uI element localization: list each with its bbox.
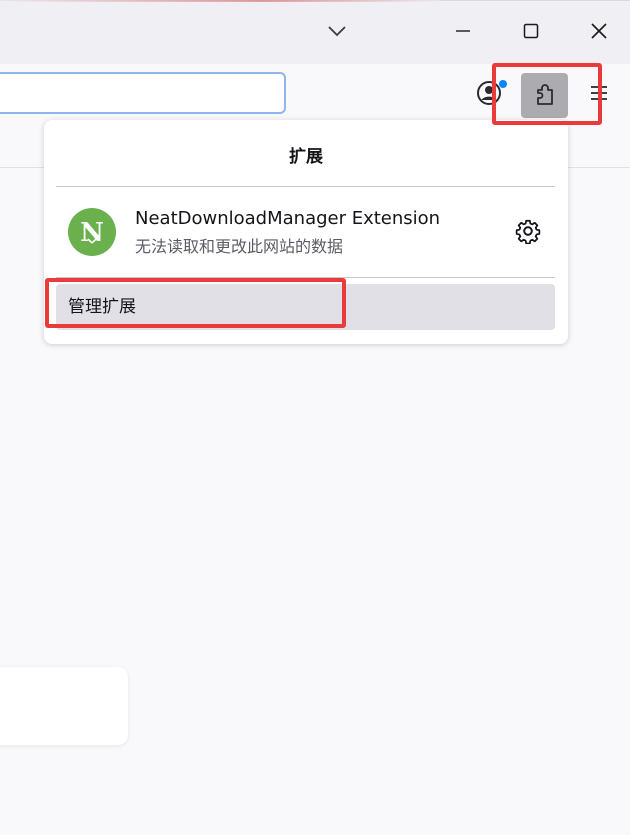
- list-all-tabs-button[interactable]: [314, 7, 360, 55]
- maximize-icon: [523, 23, 539, 39]
- title-bar: [0, 0, 630, 65]
- minimize-button[interactable]: [440, 7, 486, 55]
- panel-title: 扩展: [44, 142, 568, 167]
- manage-extensions-button[interactable]: 管理扩展: [56, 284, 555, 330]
- panel-divider: [56, 277, 555, 278]
- close-window-button[interactable]: [576, 7, 622, 55]
- extension-settings-button[interactable]: [514, 219, 542, 247]
- minimize-icon: [455, 23, 471, 39]
- close-icon: [590, 22, 608, 40]
- panel-divider: [56, 186, 555, 187]
- extension-item[interactable]: N NeatDownloadManager Extension 无法读取和更改此…: [56, 196, 555, 268]
- extensions-button[interactable]: [521, 73, 568, 118]
- url-bar[interactable]: [0, 72, 286, 114]
- application-menu-button[interactable]: [584, 80, 614, 110]
- account-notification-dot: [499, 80, 507, 88]
- ndm-logo-icon: N: [68, 208, 116, 256]
- svg-text:N: N: [80, 218, 104, 248]
- chevron-down-icon: [327, 25, 347, 37]
- puzzle-piece-icon: [532, 81, 558, 111]
- maximize-button[interactable]: [508, 7, 554, 55]
- navigation-toolbar: [0, 64, 630, 126]
- extensions-panel: 扩展 N NeatDownloadManager Extension 无法读取和…: [44, 120, 568, 344]
- hamburger-menu-icon: [589, 84, 609, 106]
- content-card: [0, 667, 128, 745]
- extension-name: NeatDownloadManager Extension: [135, 208, 440, 229]
- gear-icon: [515, 218, 541, 248]
- title-bar-accent: [0, 0, 440, 2]
- extension-permission-status: 无法读取和更改此网站的数据: [135, 233, 343, 257]
